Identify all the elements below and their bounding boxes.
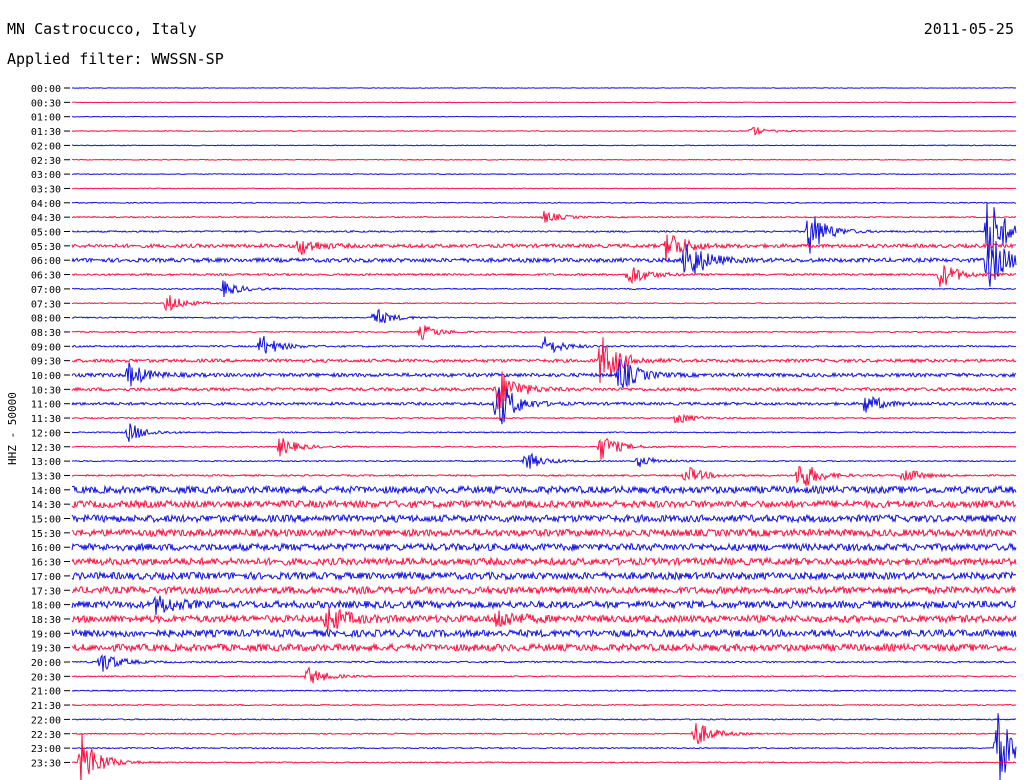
tick-label-0630: 06:30 bbox=[31, 271, 61, 282]
tick-label-0500: 05:00 bbox=[31, 228, 61, 239]
tick-label-1300: 13:00 bbox=[31, 457, 61, 468]
tick-label-1200: 12:00 bbox=[31, 428, 61, 439]
tick-label-0700: 07:00 bbox=[31, 285, 61, 296]
tick-label-0400: 04:00 bbox=[31, 199, 61, 210]
trace-1730 bbox=[71, 584, 1017, 596]
trace-0200 bbox=[71, 144, 1017, 147]
tick-label-1000: 10:00 bbox=[31, 371, 61, 382]
trace-1630 bbox=[71, 556, 1017, 567]
trace-0500 bbox=[71, 202, 1017, 259]
tick-label-2000: 20:00 bbox=[31, 658, 61, 669]
tick-label-2200: 22:00 bbox=[31, 715, 61, 726]
trace-2130 bbox=[71, 703, 1017, 707]
trace-2100 bbox=[71, 689, 1017, 693]
trace-2330 bbox=[71, 733, 1017, 780]
tick-label-1230: 12:30 bbox=[31, 443, 61, 454]
trace-1300 bbox=[71, 452, 1017, 469]
trace-0000 bbox=[71, 87, 1017, 89]
tick-label-0900: 09:00 bbox=[31, 342, 61, 353]
tick-label-0330: 03:30 bbox=[31, 184, 61, 195]
trace-0630 bbox=[71, 265, 1017, 287]
tick-label-1930: 19:30 bbox=[31, 644, 61, 655]
trace-1230 bbox=[71, 437, 1017, 460]
trace-2230 bbox=[71, 723, 1017, 745]
trace-1430 bbox=[71, 498, 1017, 510]
trace-1830 bbox=[71, 606, 1017, 630]
trace-1800 bbox=[71, 595, 1017, 616]
trace-2200 bbox=[71, 718, 1017, 721]
tick-label-0030: 00:30 bbox=[31, 98, 61, 109]
tick-label-0000: 00:00 bbox=[31, 84, 61, 95]
tick-label-1100: 11:00 bbox=[31, 400, 61, 411]
tick-label-0730: 07:30 bbox=[31, 299, 61, 310]
trace-0100 bbox=[71, 115, 1017, 118]
trace-2030 bbox=[71, 666, 1017, 684]
trace-0700 bbox=[71, 280, 1017, 297]
tick-label-1500: 15:00 bbox=[31, 515, 61, 526]
trace-0730 bbox=[71, 295, 1017, 312]
tick-label-1400: 14:00 bbox=[31, 486, 61, 497]
trace-1130 bbox=[71, 413, 1017, 424]
trace-0300 bbox=[71, 173, 1017, 176]
tick-label-2230: 22:30 bbox=[31, 730, 61, 741]
trace-0430 bbox=[71, 210, 1017, 223]
tick-label-0600: 06:00 bbox=[31, 256, 61, 267]
tick-label-1830: 18:30 bbox=[31, 615, 61, 626]
trace-1900 bbox=[71, 627, 1017, 639]
trace-0230 bbox=[71, 158, 1017, 161]
tick-label-1330: 13:30 bbox=[31, 471, 61, 482]
trace-0800 bbox=[71, 308, 1017, 324]
tick-label-2100: 21:00 bbox=[31, 687, 61, 698]
trace-0830 bbox=[71, 325, 1017, 340]
tick-label-2030: 20:30 bbox=[31, 672, 61, 683]
tick-label-2130: 21:30 bbox=[31, 701, 61, 712]
trace-1400 bbox=[71, 484, 1017, 496]
trace-0130 bbox=[71, 126, 1017, 136]
tick-label-1700: 17:00 bbox=[31, 572, 61, 583]
seismogram-plot: 00:00 00:30 01:00 01:30 02:00 02:30 03:00 03:30… bbox=[31, 84, 1017, 780]
tick-label-2300: 23:00 bbox=[31, 744, 61, 755]
tick-label-1430: 14:30 bbox=[31, 500, 61, 511]
trace-1530 bbox=[71, 527, 1017, 539]
tick-label-2330: 23:30 bbox=[31, 758, 61, 769]
tick-label-0530: 05:30 bbox=[31, 242, 61, 253]
tick-label-1130: 11:30 bbox=[31, 414, 61, 425]
trace-1330 bbox=[71, 466, 1017, 487]
tick-label-0200: 02:00 bbox=[31, 141, 61, 152]
tick-label-1730: 17:30 bbox=[31, 586, 61, 597]
tick-label-1900: 19:00 bbox=[31, 629, 61, 640]
tick-label-1530: 15:30 bbox=[31, 529, 61, 540]
trace-0900 bbox=[71, 336, 1017, 354]
tick-label-0130: 01:30 bbox=[31, 127, 61, 138]
trace-1930 bbox=[71, 642, 1017, 653]
trace-0330 bbox=[71, 187, 1017, 190]
trace-1200 bbox=[71, 423, 1017, 442]
trace-1700 bbox=[71, 570, 1017, 582]
trace-1500 bbox=[71, 513, 1017, 524]
tick-label-0930: 09:30 bbox=[31, 357, 61, 368]
trace-0030 bbox=[71, 101, 1017, 104]
tick-label-0100: 01:00 bbox=[31, 113, 61, 124]
tick-label-0230: 02:30 bbox=[31, 156, 61, 167]
trace-1600 bbox=[71, 541, 1017, 553]
trace-2300 bbox=[71, 713, 1017, 780]
tick-label-0430: 04:30 bbox=[31, 213, 61, 224]
trace-1000 bbox=[71, 359, 1017, 389]
trace-0400 bbox=[71, 201, 1017, 204]
trace-2000 bbox=[71, 653, 1017, 672]
tick-label-0300: 03:00 bbox=[31, 170, 61, 181]
tick-label-1030: 10:30 bbox=[31, 385, 61, 396]
tick-label-1630: 16:30 bbox=[31, 558, 61, 569]
tick-label-1600: 16:00 bbox=[31, 543, 61, 554]
tick-label-0800: 08:00 bbox=[31, 314, 61, 325]
tick-label-1800: 18:00 bbox=[31, 601, 61, 612]
tick-label-0830: 08:30 bbox=[31, 328, 61, 339]
